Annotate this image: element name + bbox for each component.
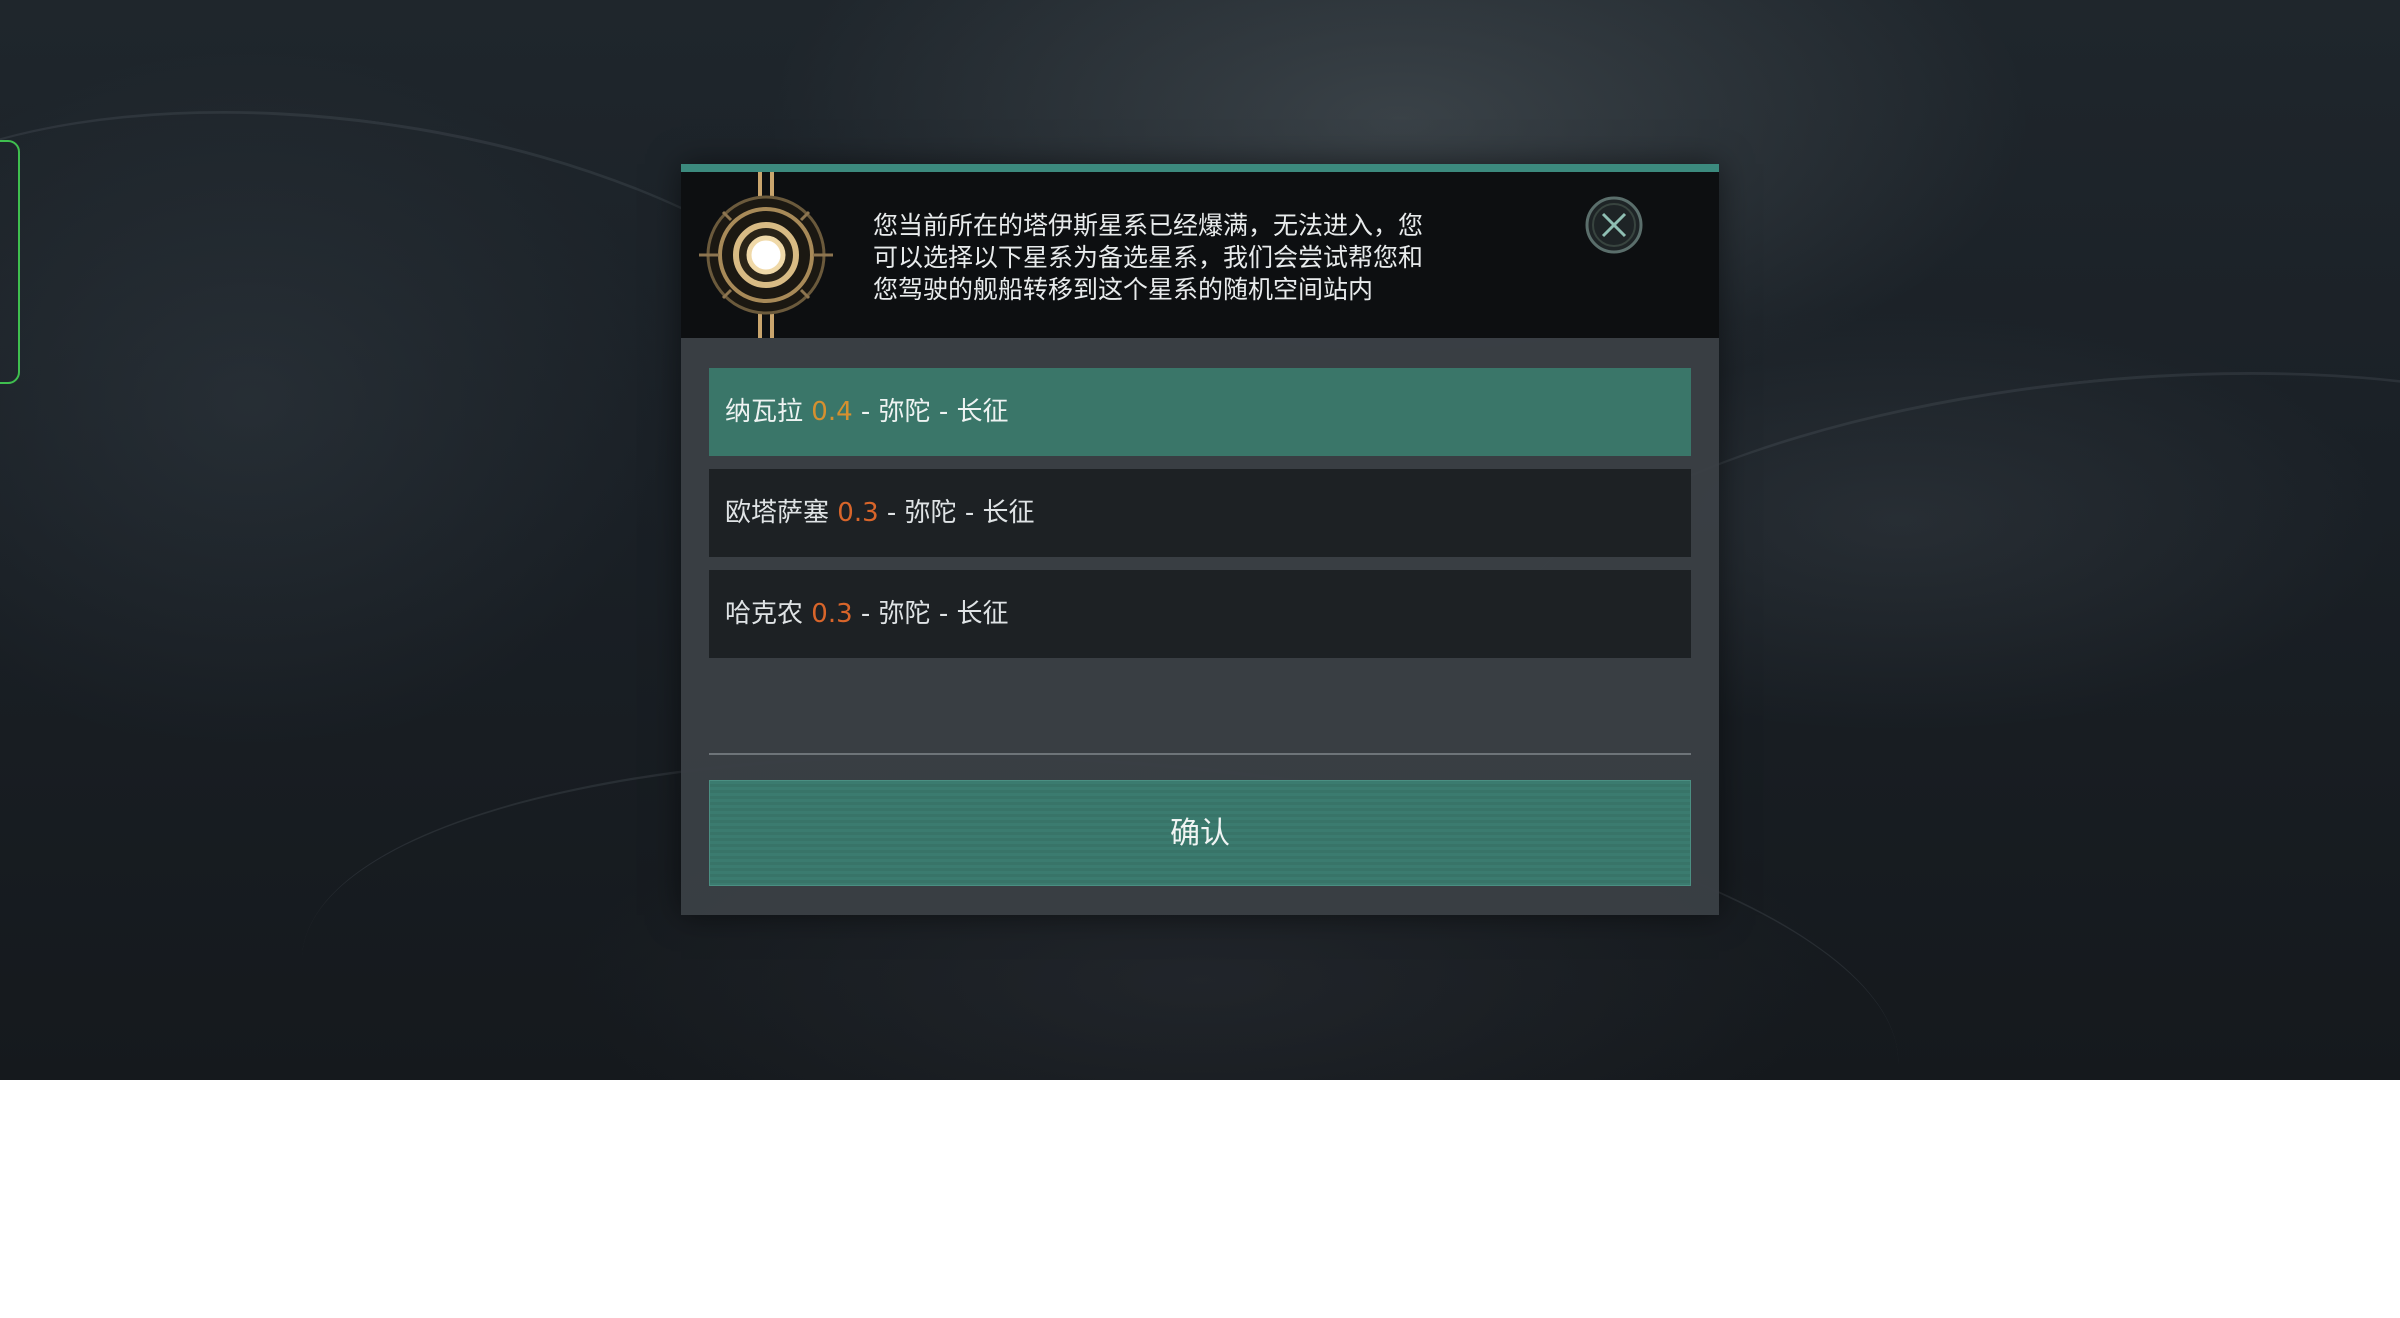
system-route: - 弥陀 - 长征	[860, 397, 1009, 427]
system-route: - 弥陀 - 长征	[886, 498, 1035, 528]
dialog-message-line: 您当前所在的塔伊斯星系已经爆满，无法进入，您	[873, 211, 1424, 240]
system-options-list: 纳瓦拉 0.4 - 弥陀 - 长征 欧塔萨塞 0.3 - 弥陀 - 长征 哈克农…	[709, 368, 1691, 671]
security-status: 0.4	[811, 397, 853, 427]
confirm-button-label: 确认	[1170, 816, 1230, 851]
system-name: 纳瓦拉	[725, 397, 804, 427]
dialog-header: 您当前所在的塔伊斯星系已经爆满，无法进入，您 可以选择以下星系为备选星系，我们会…	[681, 172, 1719, 338]
emblem-icon	[699, 172, 833, 338]
system-option-navarra[interactable]: 纳瓦拉 0.4 - 弥陀 - 长征	[709, 368, 1691, 456]
security-status: 0.3	[811, 599, 853, 629]
system-name: 哈克农	[725, 599, 804, 629]
close-button[interactable]	[1584, 195, 1644, 255]
dialog-message-line: 可以选择以下星系为备选星系，我们会尝试帮您和	[873, 243, 1424, 272]
confirm-button[interactable]: 确认	[709, 780, 1691, 886]
security-status: 0.3	[837, 498, 879, 528]
divider	[709, 753, 1691, 755]
dialog-message: 您当前所在的塔伊斯星系已经爆满，无法进入，您 可以选择以下星系为备选星系，我们会…	[873, 210, 1513, 306]
side-panel-handle[interactable]	[0, 140, 20, 384]
dialog-message-line: 您驾驶的舰船转移到这个星系的随机空间站内	[873, 275, 1374, 304]
close-icon	[1585, 196, 1643, 254]
system-name: 欧塔萨塞	[725, 498, 830, 528]
system-option-otasase[interactable]: 欧塔萨塞 0.3 - 弥陀 - 长征	[709, 469, 1691, 557]
alternate-system-dialog: 您当前所在的塔伊斯星系已经爆满，无法进入，您 可以选择以下星系为备选星系，我们会…	[681, 164, 1719, 915]
dialog-accent-bar	[681, 164, 1719, 172]
system-option-hakenong[interactable]: 哈克农 0.3 - 弥陀 - 长征	[709, 570, 1691, 658]
system-route: - 弥陀 - 长征	[860, 599, 1009, 629]
